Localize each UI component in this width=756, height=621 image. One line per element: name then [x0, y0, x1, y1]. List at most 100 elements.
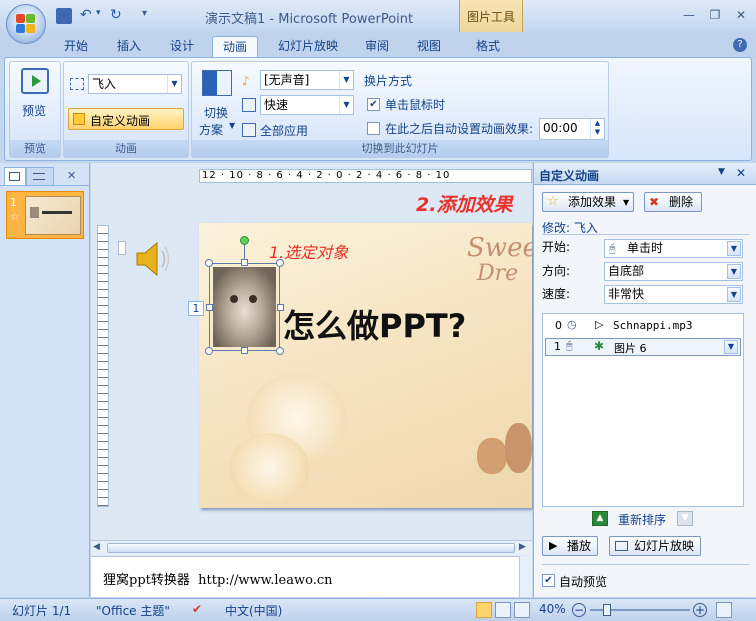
scroll-right-icon[interactable]: ▶: [519, 542, 526, 552]
redo-icon[interactable]: ↻: [110, 8, 126, 24]
transition-speed-select[interactable]: 快速 ▼: [260, 95, 354, 115]
mouse-icon: 🖰: [609, 242, 616, 255]
tab-insert[interactable]: 插入: [108, 36, 150, 58]
animation-effect-select[interactable]: 飞入 ▼: [88, 74, 182, 94]
animation-order-tag[interactable]: 1: [188, 301, 204, 316]
resize-handle-top-right[interactable]: [276, 259, 284, 267]
zoom-out-icon[interactable]: −: [572, 603, 586, 617]
spinner-icon[interactable]: ▲ ▼: [590, 119, 604, 139]
pane-menu-icon[interactable]: ▼: [718, 167, 725, 177]
custom-animation-button[interactable]: 自定义动画: [68, 108, 184, 130]
speaker-icon[interactable]: [133, 239, 173, 279]
item-name: Schnappi.mp3: [613, 319, 693, 332]
chevron-down-icon[interactable]: ▼: [724, 340, 738, 354]
resize-handle-bottom-right[interactable]: [276, 347, 284, 355]
title-bar: ↶ ▾ ↻ ▾ 演示文稿1 - Microsoft PowerPoint 图片工…: [0, 0, 756, 32]
play-icon: ▷: [595, 318, 604, 331]
normal-view-icon[interactable]: [476, 602, 492, 618]
move-up-icon[interactable]: ▲: [592, 511, 608, 526]
tab-format[interactable]: 格式: [467, 36, 509, 58]
selected-picture[interactable]: [209, 263, 280, 351]
apply-all-button[interactable]: 全部应用: [260, 122, 308, 139]
slide-title-text[interactable]: 怎么做PPT?: [283, 301, 466, 347]
reorder-label: 重新排序: [618, 513, 667, 527]
restore-icon[interactable]: ❐: [706, 8, 724, 22]
preview-button[interactable]: 预览: [22, 102, 46, 119]
spell-check-icon[interactable]: ✔: [192, 602, 202, 616]
notes-scrollbar[interactable]: [519, 556, 532, 597]
play-button[interactable]: ▶ 播放: [542, 536, 598, 556]
minimize-icon[interactable]: —: [680, 8, 698, 22]
slideshow-view-icon[interactable]: [514, 602, 530, 618]
transition-scheme-label[interactable]: 切换: [204, 104, 228, 121]
transition-scheme-label-2[interactable]: 方案: [199, 121, 223, 138]
notes-pane[interactable]: 狸窝ppt转换器 http://www.leawo.cn: [91, 556, 519, 597]
animation-list-item-selected[interactable]: 1 🖰 ✱ 图片 6 ▼: [545, 338, 741, 356]
scroll-left-icon[interactable]: ◀: [93, 542, 100, 552]
zoom-in-icon[interactable]: +: [693, 603, 707, 617]
slideshow-button[interactable]: 幻灯片放映: [609, 536, 701, 556]
close-icon[interactable]: ✕: [736, 166, 746, 180]
fit-to-window-icon[interactable]: [716, 602, 732, 618]
slide-thumbnail-selected[interactable]: 1 ☆: [6, 191, 84, 239]
auto-preview-checkbox[interactable]: ✔: [542, 574, 555, 587]
scrollbar-thumb[interactable]: [107, 543, 515, 553]
resize-handle-right[interactable]: [277, 304, 284, 311]
tab-slideshow[interactable]: 幻灯片放映: [268, 36, 348, 58]
close-icon[interactable]: ✕: [732, 8, 750, 22]
tab-view[interactable]: 视图: [408, 36, 450, 58]
resize-handle-top-left[interactable]: [205, 259, 213, 267]
language: 中文(中国): [225, 604, 283, 618]
speed-select[interactable]: 非常快 ▼: [604, 285, 743, 304]
resize-handle-bottom[interactable]: [241, 347, 248, 354]
outline-tab[interactable]: [26, 167, 54, 185]
close-pane-icon[interactable]: ✕: [67, 169, 76, 182]
move-down-icon[interactable]: ▼: [677, 511, 693, 526]
direction-select[interactable]: 自底部 ▼: [604, 262, 743, 281]
star-icon: ☆: [547, 194, 559, 209]
rotate-handle[interactable]: [240, 236, 249, 245]
transition-sound-value: [无声音]: [264, 73, 310, 87]
custom-animation-pane: 自定义动画 ▼ ✕ ☆ 添加效果 ▼ ✖ 删除 修改: 飞入 开始: 🖰 单击时…: [533, 163, 756, 597]
chevron-down-icon: ▼: [229, 121, 236, 130]
slide-info: 幻灯片 1/1: [12, 604, 72, 618]
play-label: 播放: [567, 539, 592, 553]
start-select[interactable]: 🖰 单击时 ▼: [604, 239, 743, 258]
customize-qat-icon[interactable]: ▾: [142, 8, 158, 24]
theme-name: "Office 主题": [96, 604, 170, 618]
animation-list-item[interactable]: 0 ◷ ▷ Schnappi.mp3: [545, 318, 741, 334]
on-click-checkbox[interactable]: ✔: [367, 98, 380, 111]
slide-sorter-icon[interactable]: [495, 602, 511, 618]
task-pane-header: 自定义动画 ▼ ✕: [534, 163, 756, 185]
tab-review[interactable]: 审阅: [356, 36, 398, 58]
ruler-labels: 12 · 10 · 8 · 6 · 4 · 2 · 0 · 2 · 4 · 6 …: [202, 170, 451, 181]
zoom-slider-thumb[interactable]: [603, 604, 611, 616]
office-button[interactable]: [6, 4, 46, 44]
tab-home[interactable]: 开始: [55, 36, 97, 58]
tab-animations[interactable]: 动画: [212, 36, 258, 58]
transition-speed-icon: [242, 98, 256, 112]
slide-canvas[interactable]: Sweet Dre 1.选定对象 怎么做PPT?: [199, 223, 532, 508]
transition-scheme-icon[interactable]: [202, 70, 232, 96]
animation-group: 飞入 ▼ 自定义动画 动画: [63, 61, 189, 158]
transition-sound-select[interactable]: [无声音] ▼: [260, 70, 354, 90]
resize-handle-left[interactable]: [206, 304, 213, 311]
delete-button[interactable]: ✖ 删除: [644, 192, 702, 212]
auto-after-checkbox[interactable]: [367, 122, 380, 135]
help-icon[interactable]: ?: [733, 38, 747, 52]
start-label: 开始:: [542, 240, 571, 254]
auto-after-time-input[interactable]: 00:00 ▲ ▼: [539, 118, 605, 140]
speed-label: 速度:: [542, 287, 571, 301]
resize-handle-bottom-left[interactable]: [205, 347, 213, 355]
resize-handle-top[interactable]: [241, 259, 248, 266]
transition-group-label: 切换到此幻灯片: [192, 140, 608, 157]
save-icon[interactable]: [56, 8, 72, 24]
horizontal-scrollbar[interactable]: ◀ ▶: [91, 540, 532, 555]
undo-icon[interactable]: ↶: [80, 8, 96, 24]
animation-group-label: 动画: [64, 140, 188, 157]
slides-tab-icon: [9, 172, 20, 181]
tab-design[interactable]: 设计: [161, 36, 203, 58]
slides-tab[interactable]: [4, 167, 26, 185]
preview-group: 预览 预览: [9, 61, 61, 158]
add-effect-button[interactable]: ☆ 添加效果 ▼: [542, 192, 634, 212]
